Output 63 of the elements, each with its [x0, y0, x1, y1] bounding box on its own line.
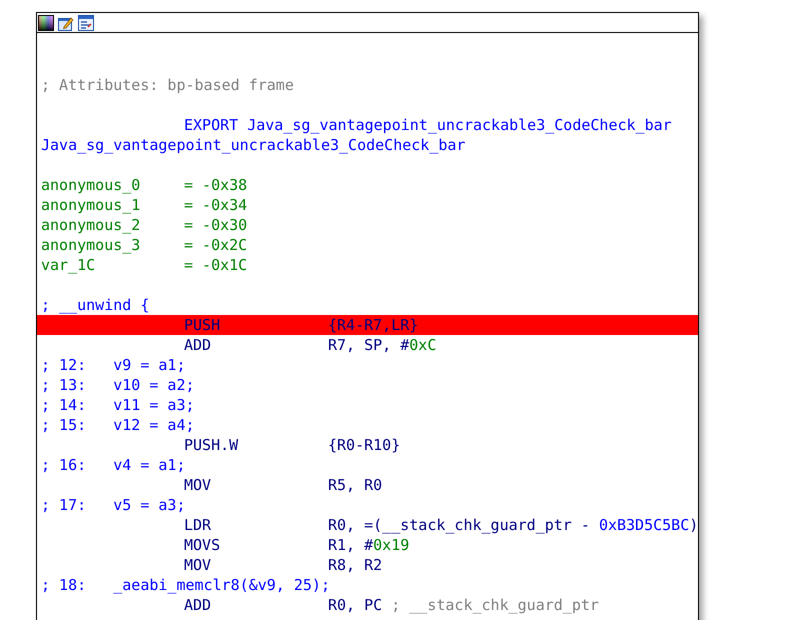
- source-comment: ; 17: v5 = a3;: [41, 495, 186, 515]
- mnemonic-text: MOVS: [184, 535, 222, 555]
- source-comment: ; 16: v4 = a1;: [41, 455, 186, 475]
- listing-line[interactable]: anonymous_0 = -0x38: [37, 175, 698, 195]
- mnemonic-text: ADD: [184, 595, 212, 615]
- source-comment: ; 13: v10 = a2;: [41, 375, 195, 395]
- listing-line[interactable]: PUSH.W {R0-R10}: [37, 435, 698, 455]
- operand-text: R7, SP, #0xC: [328, 335, 436, 355]
- pencil-window-icon[interactable]: [58, 14, 74, 30]
- listing-line[interactable]: var_1C = -0x1C: [37, 255, 698, 275]
- mnemonic-text: MOV: [184, 555, 212, 575]
- mnemonic-text: ADD: [184, 335, 212, 355]
- stack-variable-name: anonymous_3: [41, 235, 142, 255]
- listing-line[interactable]: anonymous_3 = -0x2C: [37, 235, 698, 255]
- source-comment: ; 18: _aeabi_memclr8(&v9, 25);: [41, 575, 330, 595]
- listing-line[interactable]: EXPORT Java_sg_vantagepoint_uncrackable3_CodeCheck_bar: [37, 115, 698, 135]
- operand-text: R5, R0: [328, 475, 382, 495]
- listing-line[interactable]: ; 13: v10 = a2;: [37, 375, 698, 395]
- stack-variable-name: anonymous_0: [41, 175, 142, 195]
- listing-line[interactable]: MOV R5, R0: [37, 475, 698, 495]
- stack-variable-offset: = -0x34: [184, 195, 248, 215]
- listing-line[interactable]: Java_sg_vantagepoint_uncrackable3_CodeCheck_bar: [37, 135, 698, 155]
- operand-text: R0, PC ; __stack_chk_guard_ptr: [328, 595, 599, 615]
- operand-text: R1, #0x19: [328, 535, 410, 555]
- color-palette-icon[interactable]: [38, 14, 54, 30]
- stack-variable-offset: = -0x30: [184, 215, 248, 235]
- listing-line[interactable]: anonymous_1 = -0x34: [37, 195, 698, 215]
- mnemonic-text: PUSH.W: [184, 435, 240, 455]
- stack-variable-offset: = -0x1C: [184, 255, 248, 275]
- listing-line[interactable]: anonymous_2 = -0x30: [37, 215, 698, 235]
- function-label: Java_sg_vantagepoint_uncrackable3_CodeCheck_bar: [41, 135, 466, 155]
- stack-variable-name: var_1C: [41, 255, 96, 275]
- source-comment: ; 14: v11 = a3;: [41, 395, 195, 415]
- mnemonic-text: PUSH: [184, 315, 222, 335]
- listing-line[interactable]: ; 14: v11 = a3;: [37, 395, 698, 415]
- source-comment: ; 12: v9 = a1;: [41, 355, 186, 375]
- listing-line[interactable]: ; __unwind {: [37, 295, 698, 315]
- stack-variable-offset: = -0x38: [184, 175, 248, 195]
- listing-line[interactable]: ; 18: _aeabi_memclr8(&v9, 25);: [37, 575, 698, 595]
- listing-line[interactable]: ; Attributes: bp-based frame: [37, 75, 698, 95]
- stack-variable-name: anonymous_1: [41, 195, 142, 215]
- comment-text: ; Attributes: bp-based frame: [41, 75, 294, 95]
- listing-line[interactable]: ADD R0, PC ; __stack_chk_guard_ptr: [37, 595, 698, 615]
- operand-text: {R0-R10}: [328, 435, 400, 455]
- listing-line[interactable]: MOV R8, R2: [37, 555, 698, 575]
- source-comment: ; 15: v12 = a4;: [41, 415, 195, 435]
- export-directive: EXPORT Java_sg_vantagepoint_uncrackable3_CodeCheck_bar: [184, 115, 672, 135]
- operand-text: R8, R2: [328, 555, 382, 575]
- source-comment: ; __unwind {: [41, 295, 150, 315]
- listing-line[interactable]: LDR R0, =(__stack_chk_guard_ptr - 0xB3D5C5BC): [37, 515, 698, 535]
- stack-variable-offset: = -0x2C: [184, 235, 248, 255]
- stack-variable-name: anonymous_2: [41, 215, 142, 235]
- operand-text: {R4-R7,LR}: [328, 315, 418, 335]
- listing-line[interactable]: MOVS R1, #0x19: [37, 535, 698, 555]
- listing-line[interactable]: ADD R7, SP, #0xC: [37, 335, 698, 355]
- listing-line[interactable]: ; 12: v9 = a1;: [37, 355, 698, 375]
- operand-text: R0, =(__stack_chk_guard_ptr - 0xB3D5C5BC): [328, 515, 698, 535]
- graph-window-icon[interactable]: [78, 14, 94, 30]
- listing-line[interactable]: ; 15: v12 = a4;: [37, 415, 698, 435]
- listing-line[interactable]: ; 17: v5 = a3;: [37, 495, 698, 515]
- listing-line[interactable]: ; 16: v4 = a1;: [37, 455, 698, 475]
- mnemonic-text: LDR: [184, 515, 212, 535]
- mnemonic-text: MOV: [184, 475, 212, 495]
